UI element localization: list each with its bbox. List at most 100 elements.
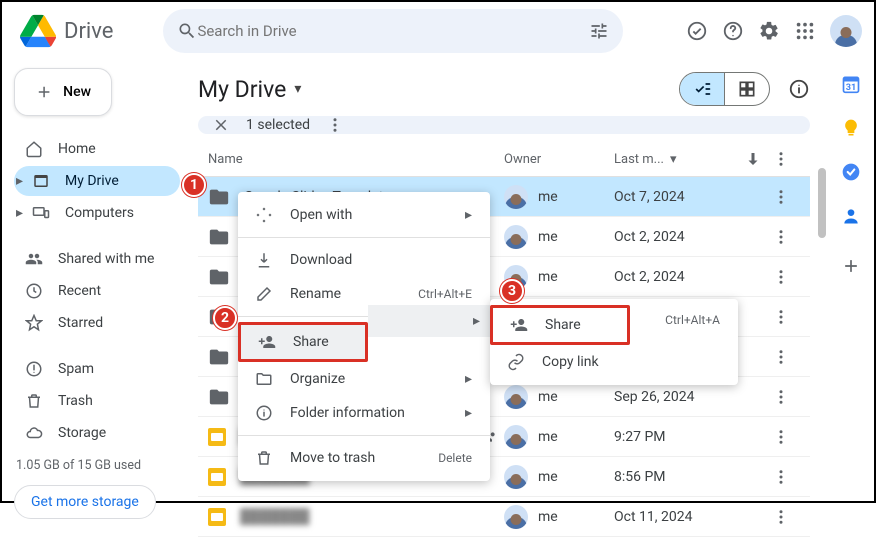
row-menu[interactable] — [772, 268, 800, 286]
cell-last-modified: Sep 26, 2024 — [614, 389, 744, 405]
more-vert-icon — [772, 308, 790, 326]
column-last-modified[interactable]: Last m... ▾ — [614, 152, 744, 167]
annotation-2: 2 — [213, 306, 237, 330]
get-more-storage-button[interactable]: Get more storage — [14, 485, 156, 519]
app-name: Drive — [64, 19, 113, 44]
row-menu[interactable] — [772, 228, 800, 246]
folder-icon — [208, 346, 230, 368]
scrollbar[interactable] — [818, 168, 826, 238]
ready-offline-icon[interactable] — [686, 20, 708, 42]
list-view-button[interactable] — [680, 73, 724, 105]
devices-icon — [31, 204, 51, 222]
ctx-organize[interactable]: Organize ▸ — [238, 362, 490, 396]
ctx-folder-info[interactable]: Folder information ▸ — [238, 396, 490, 430]
info-icon[interactable] — [788, 78, 810, 100]
cell-last-modified: 9:27 PM — [614, 429, 744, 445]
ctx-download[interactable]: Download — [238, 243, 490, 277]
topbar-actions — [686, 15, 862, 47]
table-row[interactable]: ███████meOct 11, 2024 — [198, 497, 810, 537]
ctx-move-to-trash[interactable]: Move to trash Delete — [238, 441, 490, 475]
sidebar-item-storage[interactable]: Storage — [14, 418, 180, 448]
chevron-right-icon: ▸ — [16, 205, 23, 221]
table-header: Name Owner Last m... ▾ — [198, 142, 810, 177]
owner-name: me — [538, 269, 558, 285]
add-side-panel-icon[interactable] — [841, 256, 861, 276]
sidebar-item-trash[interactable]: Trash — [14, 386, 180, 416]
search-input[interactable] — [197, 22, 589, 40]
chevron-down-icon: ▾ — [670, 152, 677, 167]
slides-icon — [208, 428, 226, 446]
owner-name: me — [538, 469, 558, 485]
sidebar-item-starred[interactable]: Starred — [14, 308, 180, 338]
row-menu[interactable] — [772, 188, 800, 206]
keep-icon[interactable] — [841, 118, 861, 138]
column-owner[interactable]: Owner — [504, 152, 614, 167]
download-icon — [254, 251, 274, 269]
sort-direction[interactable] — [744, 150, 772, 168]
more-vert-icon — [772, 388, 790, 406]
account-avatar[interactable] — [830, 15, 862, 47]
ctx-item-label: Download — [290, 252, 352, 268]
column-name[interactable]: Name — [208, 152, 504, 167]
chevron-right-icon: ▸ — [473, 313, 480, 329]
apps-grid-icon[interactable] — [794, 20, 816, 42]
annotation-1: 1 — [182, 173, 206, 197]
sidebar-item-shared[interactable]: Shared with me — [14, 244, 180, 274]
selection-count: 1 selected — [246, 117, 310, 133]
info-icon — [254, 404, 274, 422]
tasks-icon[interactable] — [841, 162, 861, 182]
drive-logo[interactable]: Drive — [14, 13, 113, 49]
sidebar-item-label: Trash — [58, 393, 93, 409]
row-menu[interactable] — [772, 428, 800, 446]
person-add-icon — [257, 333, 277, 351]
sidebar-item-label: Shared with me — [58, 251, 154, 267]
row-menu[interactable] — [772, 468, 800, 486]
submenu-copy-link[interactable]: Copy link — [490, 345, 738, 379]
owner-name: me — [538, 509, 558, 525]
sidebar-item-my-drive[interactable]: ▸ My Drive — [14, 166, 180, 196]
close-icon[interactable] — [212, 116, 230, 134]
chevron-down-icon[interactable]: ▾ — [294, 81, 301, 97]
new-button[interactable]: New — [14, 68, 112, 116]
owner-name: me — [538, 429, 558, 445]
folder-icon — [254, 370, 274, 388]
topbar: Drive — [2, 2, 874, 60]
search-bar[interactable] — [163, 9, 623, 53]
column-menu[interactable] — [772, 150, 800, 168]
trash-icon — [254, 449, 274, 467]
sidebar-item-label: Storage — [58, 425, 106, 441]
row-menu[interactable] — [772, 388, 800, 406]
open-with-icon — [254, 206, 274, 224]
grid-view-button[interactable] — [724, 73, 769, 105]
sidebar-item-label: Spam — [58, 361, 94, 377]
row-menu[interactable] — [772, 308, 800, 326]
sidebar-item-recent[interactable]: Recent — [14, 276, 180, 306]
cell-last-modified: Oct 7, 2024 — [614, 189, 744, 205]
file-name: ███████ — [240, 508, 309, 525]
sidebar-item-home[interactable]: Home — [14, 134, 180, 164]
ctx-share-arrow-area[interactable]: ▸ — [368, 305, 490, 337]
contacts-icon[interactable] — [841, 206, 861, 226]
search-icon — [177, 21, 197, 41]
more-vert-icon[interactable] — [326, 116, 344, 134]
ctx-share[interactable]: Share — [238, 322, 368, 362]
more-vert-icon — [772, 348, 790, 366]
cell-owner: me — [504, 385, 614, 409]
owner-name: me — [538, 389, 558, 405]
submenu-share[interactable]: Share — [490, 305, 630, 345]
row-menu[interactable] — [772, 348, 800, 366]
slides-icon — [208, 468, 226, 486]
tune-icon[interactable] — [589, 21, 609, 41]
sidebar-item-computers[interactable]: ▸ Computers — [14, 198, 180, 228]
row-menu[interactable] — [772, 508, 800, 526]
sidebar-item-spam[interactable]: Spam — [14, 354, 180, 384]
drive-icon — [20, 13, 56, 49]
side-panel: 31 — [828, 60, 874, 501]
page-title[interactable]: My Drive — [198, 76, 286, 103]
ctx-open-with[interactable]: Open with ▸ — [238, 198, 490, 232]
gear-icon[interactable] — [758, 20, 780, 42]
help-icon[interactable] — [722, 20, 744, 42]
cell-name: ███████ — [208, 508, 504, 526]
calendar-icon[interactable]: 31 — [841, 74, 861, 94]
people-icon — [24, 250, 44, 268]
